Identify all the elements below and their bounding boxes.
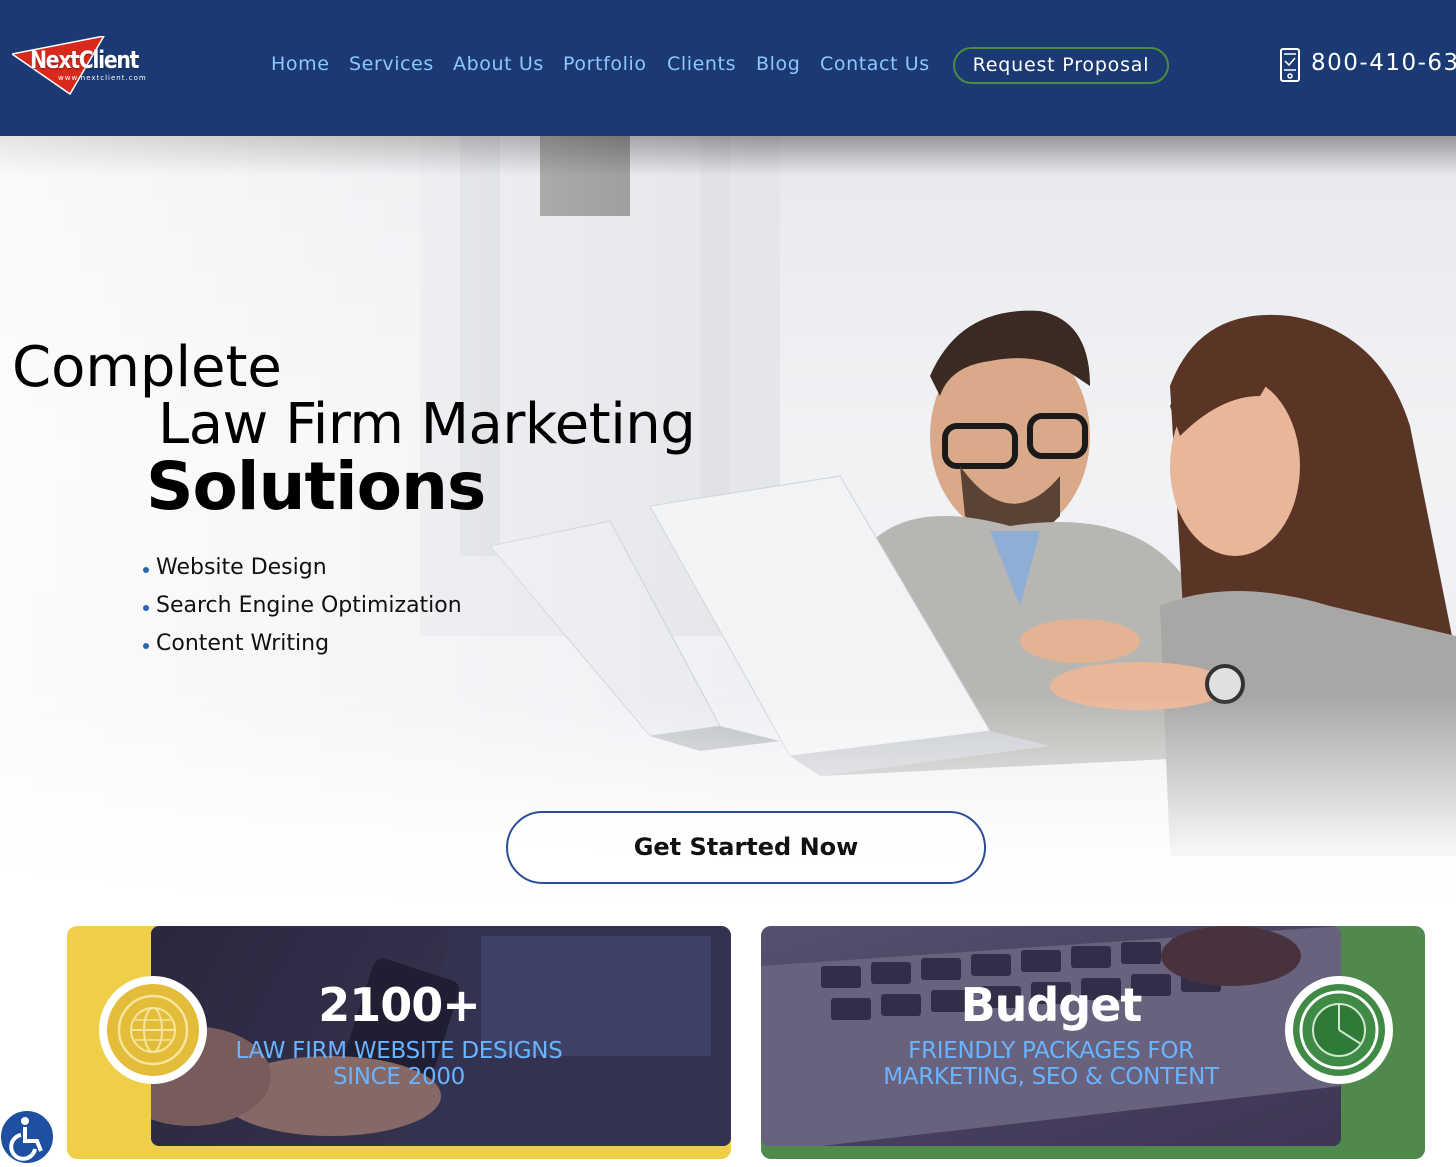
service-label: Search Engine Optimization [156, 593, 462, 618]
wheelchair-icon [9, 1117, 43, 1161]
service-label: Content Writing [156, 631, 330, 656]
list-item: Website Design [142, 555, 462, 593]
nav-portfolio[interactable]: Portfolio [563, 53, 647, 75]
card-image: 2100+ LAW FIRM WEBSITE DESIGNS SINCE 200… [151, 926, 731, 1146]
stat-description-line1: LAW FIRM WEBSITE DESIGNS [235, 1038, 563, 1064]
pie-chart-badge [1285, 976, 1393, 1084]
nav-home[interactable]: Home [271, 53, 330, 75]
service-label: Website Design [156, 555, 327, 580]
get-started-button[interactable]: Get Started Now [506, 811, 986, 884]
badge-fill [1293, 984, 1385, 1076]
bullet-icon [143, 643, 149, 649]
badge-fill [107, 984, 199, 1076]
stat-card-designs[interactable]: 2100+ LAW FIRM WEBSITE DESIGNS SINCE 200… [67, 926, 731, 1159]
card-overlay [151, 926, 731, 1146]
card-image: Budget FRIENDLY PACKAGES FOR MARKETING, … [761, 926, 1341, 1146]
pie-chart-icon [1299, 990, 1379, 1070]
list-item: Search Engine Optimization [142, 593, 462, 631]
bullet-icon [143, 605, 149, 611]
list-item: Content Writing [142, 631, 462, 669]
phone-number[interactable]: 800-410-6395 [1311, 50, 1456, 76]
services-list: Website Design Search Engine Optimizatio… [142, 555, 462, 669]
nav-blog[interactable]: Blog [756, 53, 800, 75]
nav-about-us[interactable]: About Us [453, 53, 544, 75]
hero-heading-line1: Complete [12, 335, 282, 400]
logo-text: NextClient [30, 46, 139, 74]
stat-description-line1: FRIENDLY PACKAGES FOR [908, 1038, 1194, 1064]
stat-number: Budget [960, 978, 1143, 1032]
stat-description: FRIENDLY PACKAGES FOR MARKETING, SEO & C… [761, 1038, 1341, 1090]
nav-services[interactable]: Services [349, 53, 434, 75]
globe-badge [99, 976, 207, 1084]
stat-description-line2: SINCE 2000 [332, 1064, 466, 1090]
card-overlay [761, 926, 1341, 1146]
phone-icon [1280, 48, 1300, 82]
stat-description-line2: MARKETING, SEO & CONTENT [883, 1064, 1219, 1090]
accessibility-icon[interactable] [0, 1108, 56, 1166]
nav-contact-us[interactable]: Contact Us [820, 53, 930, 75]
nextclient-logo[interactable]: NextClient www.nextclient.com [12, 36, 162, 96]
stat-card-budget[interactable]: Budget FRIENDLY PACKAGES FOR MARKETING, … [761, 926, 1425, 1159]
request-proposal-button[interactable]: Request Proposal [953, 47, 1169, 84]
hero-heading-line3: Solutions [146, 448, 486, 525]
site-header: NextClient www.nextclient.com Home Servi… [0, 0, 1456, 136]
bullet-icon [143, 567, 149, 573]
globe-icon [117, 994, 189, 1066]
nav-clients[interactable]: Clients [667, 53, 736, 75]
logo-url: www.nextclient.com [58, 74, 147, 82]
stat-description: LAW FIRM WEBSITE DESIGNS SINCE 2000 [151, 1038, 731, 1090]
hero-section [0, 136, 1456, 916]
stat-number: 2100+ [318, 978, 481, 1032]
